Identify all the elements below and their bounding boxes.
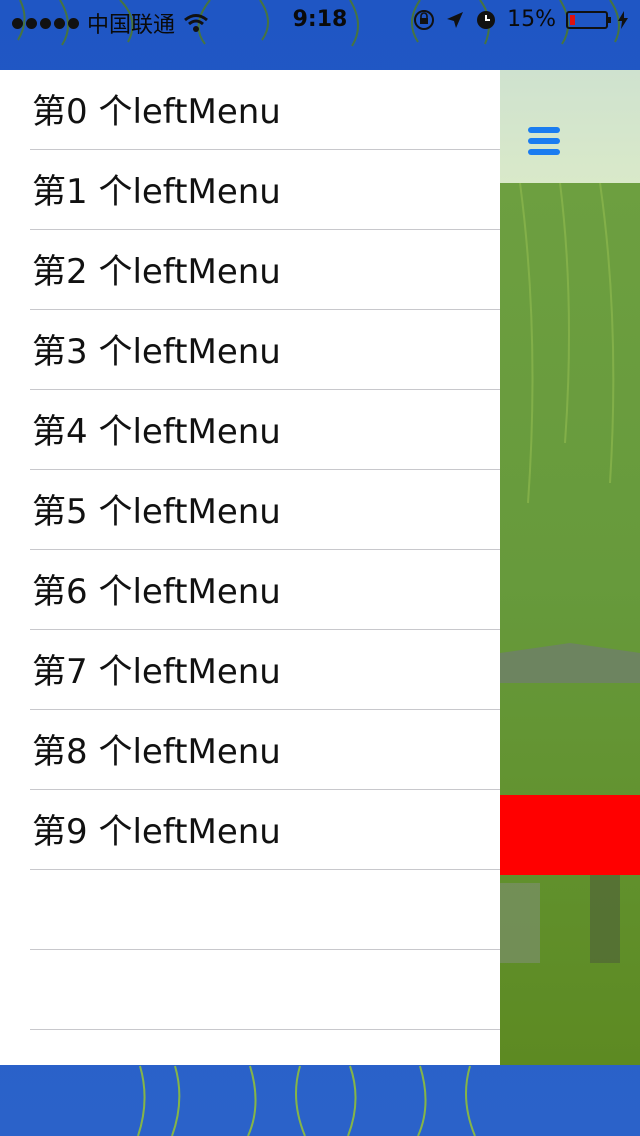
menu-item-label: 第4 个leftMenu [32, 412, 281, 452]
menu-item-label: 第7 个leftMenu [32, 652, 281, 692]
menu-item-label: 第3 个leftMenu [32, 332, 281, 372]
left-drawer-menu: 第0 个leftMenu 第1 个leftMenu 第2 个leftMenu 第… [0, 70, 500, 1065]
left-menu-item-2[interactable]: 第2 个leftMenu [30, 230, 500, 310]
battery-percent: 15% [507, 7, 556, 32]
menu-toggle-button[interactable] [526, 127, 562, 159]
menu-item-label: 第2 个leftMenu [32, 252, 281, 292]
battery-icon [566, 10, 611, 29]
left-menu-list: 第0 个leftMenu 第1 个leftMenu 第2 个leftMenu 第… [0, 70, 500, 1030]
menu-item-label: 第6 个leftMenu [32, 572, 281, 612]
left-menu-item-1[interactable]: 第1 个leftMenu [30, 150, 500, 230]
status-right: 15% [413, 7, 628, 32]
left-menu-item-5[interactable]: 第5 个leftMenu [30, 470, 500, 550]
left-menu-item-3[interactable]: 第3 个leftMenu [30, 310, 500, 390]
menu-item-label: 第0 个leftMenu [32, 92, 281, 132]
location-arrow-icon [447, 11, 464, 28]
left-menu-item-empty[interactable] [30, 870, 500, 950]
status-bar: 中国联通 9:18 15% [0, 0, 640, 40]
menu-item-label: 第1 个leftMenu [32, 172, 281, 212]
left-menu-item-9[interactable]: 第9 个leftMenu [30, 790, 500, 870]
left-menu-item-7[interactable]: 第7 个leftMenu [30, 630, 500, 710]
charging-bolt-icon [618, 10, 628, 29]
left-menu-item-8[interactable]: 第8 个leftMenu [30, 710, 500, 790]
left-menu-item-4[interactable]: 第4 个leftMenu [30, 390, 500, 470]
left-menu-item-6[interactable]: 第6 个leftMenu [30, 550, 500, 630]
left-menu-item-empty[interactable] [30, 950, 500, 1030]
left-menu-item-0[interactable]: 第0 个leftMenu [30, 70, 500, 150]
alarm-clock-icon [477, 10, 496, 29]
menu-item-label: 第5 个leftMenu [32, 492, 281, 532]
orientation-lock-icon [414, 9, 435, 30]
menu-item-label: 第8 个leftMenu [32, 732, 281, 772]
menu-item-label: 第9 个leftMenu [32, 812, 281, 852]
